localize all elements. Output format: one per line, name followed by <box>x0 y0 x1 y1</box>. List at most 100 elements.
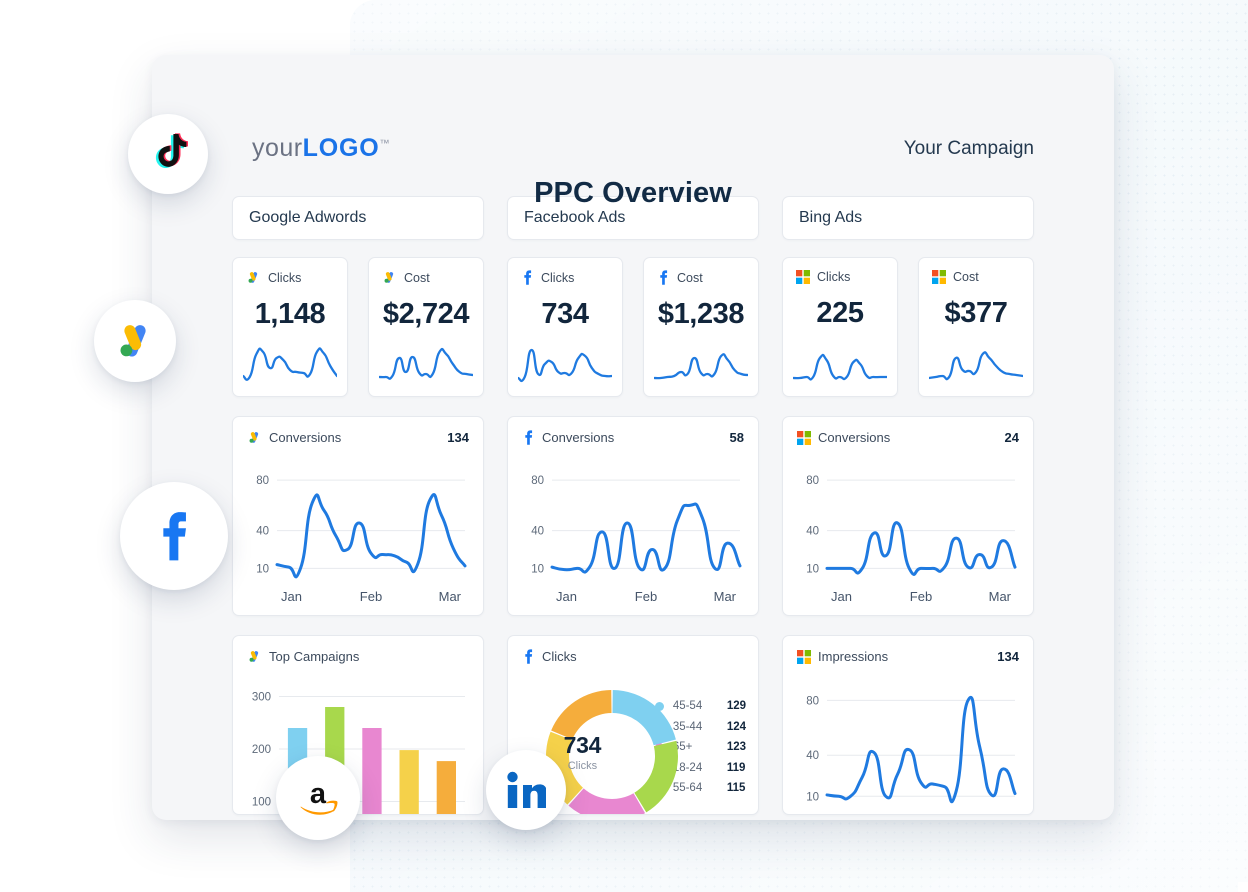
chart-metric: 134 <box>447 430 469 445</box>
chart-card-facebook-conversions[interactable]: Conversions 58 104080 JanFebMar <box>507 416 759 616</box>
conversions-col-facebook: Conversions 58 104080 JanFebMar <box>507 416 759 616</box>
svg-text:40: 40 <box>806 750 819 762</box>
donut-slice <box>568 788 645 815</box>
svg-text:Feb: Feb <box>635 589 657 604</box>
conversions-col-bing: Conversions 24 104080 JanFebMar <box>782 416 1034 616</box>
svg-text:Feb: Feb <box>360 589 382 604</box>
logo-trademark: ™ <box>379 139 390 150</box>
floating-google-ads-bubble[interactable] <box>94 300 176 382</box>
chart-title: Impressions <box>818 649 888 664</box>
kpi-group-bing: Clicks 225 Cost $377 <box>782 257 1034 397</box>
kpi-card-google-clicks[interactable]: Clicks 1,148 <box>232 257 348 397</box>
background-corner-notch <box>1238 882 1248 892</box>
svg-text:100: 100 <box>252 797 271 809</box>
conversions-col-google: Conversions 134 104080 JanFebMar <box>232 416 484 616</box>
kpi-value: 225 <box>796 297 884 330</box>
facebook-icon <box>521 270 534 285</box>
svg-text:80: 80 <box>531 475 544 487</box>
tab-label: Bing Ads <box>799 209 862 227</box>
facebook-icon <box>522 430 535 445</box>
bottom-col-impressions: Impressions 134 104080 <box>782 635 1034 815</box>
svg-text:40: 40 <box>806 526 819 538</box>
sparkline-facebook-cost <box>654 346 748 384</box>
floating-linkedin-bubble[interactable] <box>486 750 566 830</box>
svg-text:Jan: Jan <box>831 589 852 604</box>
google-ads-icon <box>246 270 261 285</box>
microsoft-icon <box>796 270 810 284</box>
dashboard-header: yourLOGO™ Your Campaign PPC Overview <box>192 90 1074 180</box>
kpi-value: 1,148 <box>246 298 334 331</box>
chart-card-google-conversions[interactable]: Conversions 134 104080 JanFebMar <box>232 416 484 616</box>
svg-text:Mar: Mar <box>989 589 1012 604</box>
bar <box>362 728 381 814</box>
tab-label: Facebook Ads <box>524 209 625 227</box>
chart-card-bing-impressions[interactable]: Impressions 134 104080 <box>782 635 1034 815</box>
donut-center-value: 734 <box>536 732 629 759</box>
svg-text:300: 300 <box>252 692 271 704</box>
floating-amazon-bubble[interactable]: a <box>276 756 360 840</box>
legend-value: 124 <box>727 721 746 733</box>
svg-text:40: 40 <box>256 526 269 538</box>
dashboard-card: yourLOGO™ Your Campaign PPC Overview Goo… <box>152 55 1114 820</box>
chart-title: Clicks <box>542 649 577 664</box>
floating-tiktok-bubble[interactable] <box>128 114 208 194</box>
logo-text-your: your <box>252 134 303 162</box>
svg-text:200: 200 <box>252 744 271 756</box>
kpi-value: $377 <box>932 297 1020 330</box>
svg-text:80: 80 <box>256 475 269 487</box>
kpi-value: $2,724 <box>382 298 470 331</box>
kpi-group-google: Clicks 1,148 Cost $2,724 <box>232 257 484 397</box>
sparkline-google-cost <box>379 346 473 384</box>
sparkline-bing-clicks <box>793 346 887 384</box>
line-chart: 104080 JanFebMar <box>518 459 746 607</box>
legend-value: 119 <box>727 762 746 774</box>
svg-text:80: 80 <box>806 695 819 707</box>
svg-text:Jan: Jan <box>556 589 577 604</box>
kpi-label: Cost <box>677 271 703 285</box>
kpi-label: Cost <box>404 271 430 285</box>
legend-value: 115 <box>727 782 746 794</box>
kpi-card-facebook-clicks[interactable]: Clicks 734 <box>507 257 623 397</box>
kpi-value: 734 <box>521 298 609 331</box>
linkedin-icon <box>506 771 546 809</box>
svg-text:10: 10 <box>806 791 819 803</box>
microsoft-icon <box>797 431 811 445</box>
kpi-card-google-cost[interactable]: Cost $2,724 <box>368 257 484 397</box>
google-ads-icon <box>113 319 157 363</box>
kpi-card-bing-clicks[interactable]: Clicks 225 <box>782 257 898 397</box>
facebook-icon <box>152 511 196 561</box>
svg-text:a: a <box>310 778 327 810</box>
tiktok-icon <box>148 132 188 176</box>
chart-title: Top Campaigns <box>269 649 359 664</box>
kpi-label: Cost <box>953 270 979 284</box>
google-ads-icon <box>247 649 262 664</box>
bar <box>437 761 456 814</box>
line-chart: 104080 JanFebMar <box>793 459 1021 607</box>
svg-text:40: 40 <box>531 526 544 538</box>
facebook-icon <box>522 649 535 664</box>
chart-title: Conversions <box>818 430 890 445</box>
kpi-card-bing-cost[interactable]: Cost $377 <box>918 257 1034 397</box>
campaign-name: Your Campaign <box>904 138 1034 160</box>
amazon-icon: a <box>293 776 343 820</box>
floating-facebook-bubble[interactable] <box>120 482 228 590</box>
legend-value: 123 <box>727 741 746 753</box>
donut-slice <box>634 741 678 812</box>
kpi-label: Clicks <box>541 271 574 285</box>
chart-metric: 24 <box>1005 430 1019 445</box>
sparkline-google-clicks <box>243 346 337 384</box>
microsoft-icon <box>932 270 946 284</box>
tab-label: Google Adwords <box>249 209 366 227</box>
google-ads-icon <box>382 270 397 285</box>
google-ads-icon <box>247 430 262 445</box>
line-chart: 104080 JanFebMar <box>243 459 471 607</box>
legend-value: 129 <box>727 700 746 712</box>
svg-text:Feb: Feb <box>910 589 932 604</box>
svg-text:10: 10 <box>806 563 819 575</box>
chart-card-bing-conversions[interactable]: Conversions 24 104080 JanFebMar <box>782 416 1034 616</box>
kpi-card-facebook-cost[interactable]: Cost $1,238 <box>643 257 759 397</box>
svg-text:Mar: Mar <box>714 589 737 604</box>
page-title: PPC Overview <box>192 177 1074 210</box>
sparkline-facebook-clicks <box>518 346 612 384</box>
svg-text:10: 10 <box>256 563 269 575</box>
